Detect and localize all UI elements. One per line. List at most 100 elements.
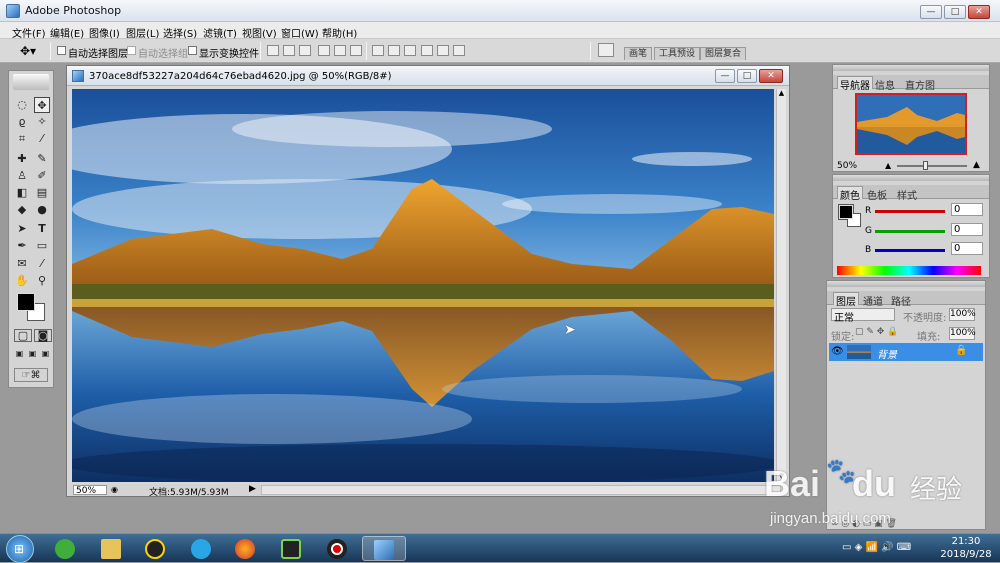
- gradient-tool-icon[interactable]: ▤: [34, 185, 50, 201]
- jump-to-imageready-icon[interactable]: ☞⌘: [14, 368, 48, 382]
- channel-g-input[interactable]: 0: [951, 223, 983, 236]
- zoom-slider-thumb[interactable]: [923, 161, 928, 170]
- zoom-tool-icon[interactable]: ⚲: [34, 273, 50, 289]
- palette-well-brushes-tab[interactable]: 画笔: [624, 47, 653, 60]
- clone-stamp-icon[interactable]: ♙: [14, 168, 30, 184]
- close-button[interactable]: ✕: [968, 5, 990, 19]
- menu-layer[interactable]: 图层(L): [126, 25, 159, 40]
- dodge-tool-icon[interactable]: ●: [34, 202, 50, 218]
- crop-tool-icon[interactable]: ⌗: [14, 131, 30, 147]
- layer-visibility-eye-icon[interactable]: 👁: [831, 346, 844, 357]
- document-title-bar[interactable]: 370ace8df53227a204d64c76ebad4620.jpg @ 5…: [67, 66, 789, 86]
- lock-icons[interactable]: ▢ ✎ ✥ 🔒: [855, 327, 898, 337]
- pen-tool-icon[interactable]: ✒: [14, 238, 30, 254]
- tab-channels[interactable]: 通道: [863, 293, 883, 308]
- taskbar-app-360[interactable]: [44, 536, 88, 561]
- panel-header[interactable]: [833, 175, 989, 181]
- tab-layers[interactable]: 图层: [833, 292, 859, 308]
- move-tool-icon[interactable]: ✥: [34, 97, 50, 113]
- move-tool-preset-icon[interactable]: ✥▾: [20, 44, 36, 58]
- taskbar-app-recorder[interactable]: [316, 536, 360, 561]
- tab-swatches[interactable]: 色板: [867, 187, 887, 202]
- minimize-button[interactable]: —: [920, 5, 942, 19]
- clock-date[interactable]: 2018/9/28: [938, 549, 994, 560]
- align-top-icon[interactable]: [267, 45, 279, 56]
- clock-time[interactable]: 21:30: [946, 536, 986, 547]
- auto-select-group-checkbox[interactable]: [127, 46, 136, 55]
- align-bottom-icon[interactable]: [299, 45, 311, 56]
- channel-g-slider[interactable]: [875, 230, 945, 233]
- taskbar-app-video[interactable]: [270, 536, 314, 561]
- panel-header[interactable]: [833, 65, 989, 71]
- history-brush-icon[interactable]: ✐: [34, 168, 50, 184]
- marquee-tool-icon[interactable]: ◌: [14, 97, 30, 113]
- align-right-icon[interactable]: [350, 45, 362, 56]
- distribute-left-icon[interactable]: [421, 45, 433, 56]
- start-button[interactable]: ⊞: [6, 535, 34, 563]
- file-browser-icon[interactable]: [598, 43, 614, 57]
- distribute-hcenter-icon[interactable]: [437, 45, 449, 56]
- menu-edit[interactable]: 编辑(E): [50, 25, 84, 40]
- document-close-button[interactable]: ✕: [759, 69, 783, 83]
- maximize-button[interactable]: □: [944, 5, 966, 19]
- fill-input[interactable]: 100%: [949, 327, 976, 340]
- type-tool-icon[interactable]: T: [34, 221, 50, 237]
- scroll-up-icon[interactable]: ▲: [777, 89, 786, 99]
- photoshop-feather-icon[interactable]: [13, 74, 49, 90]
- taskbar-app-firefox[interactable]: [224, 536, 268, 561]
- foreground-color-chip-front[interactable]: [839, 205, 853, 219]
- foreground-color-swatch-front[interactable]: [17, 293, 35, 311]
- taskbar-app-photoshop[interactable]: [362, 536, 406, 561]
- screen-mode-standard-icon[interactable]: ▣: [14, 349, 25, 360]
- distribute-right-icon[interactable]: [453, 45, 465, 56]
- rectangle-tool-icon[interactable]: ▭: [34, 238, 50, 254]
- blend-mode-select[interactable]: 正常: [831, 308, 895, 324]
- eyedropper-tool-icon[interactable]: ⁄: [34, 256, 50, 272]
- palette-well-layer-comps-tab[interactable]: 图层复合: [700, 47, 747, 60]
- panel-header[interactable]: [827, 281, 985, 287]
- notes-tool-icon[interactable]: ✉: [14, 256, 30, 272]
- taskbar-app-explorer[interactable]: [90, 536, 134, 561]
- opacity-input[interactable]: 100%: [949, 308, 976, 321]
- navigator-preview[interactable]: [855, 93, 967, 155]
- taskbar-app-media[interactable]: [180, 536, 224, 561]
- zoom-in-icon[interactable]: ▲: [973, 160, 980, 170]
- menu-view[interactable]: 视图(V): [242, 25, 277, 40]
- horizontal-scrollbar[interactable]: [261, 485, 781, 495]
- channel-r-slider[interactable]: [875, 210, 945, 213]
- align-left-icon[interactable]: [318, 45, 330, 56]
- channel-b-input[interactable]: 0: [951, 242, 983, 255]
- tray-icons[interactable]: ▭ ◈ 📶 🔊 ⌨: [842, 542, 911, 553]
- blur-tool-icon[interactable]: ◆: [14, 202, 30, 218]
- magic-wand-icon[interactable]: ✧: [34, 114, 50, 130]
- screen-mode-full-icon[interactable]: ▣: [40, 349, 51, 360]
- document-maximize-button[interactable]: □: [737, 69, 757, 83]
- menu-help[interactable]: 帮助(H): [322, 25, 357, 40]
- tab-histogram[interactable]: 直方图: [905, 77, 935, 92]
- channel-r-input[interactable]: 0: [951, 203, 983, 216]
- tab-info[interactable]: 信息: [875, 77, 895, 92]
- path-selection-icon[interactable]: ➤: [14, 221, 30, 237]
- image-canvas[interactable]: ➤: [72, 89, 774, 482]
- healing-brush-icon[interactable]: ✚: [14, 151, 30, 167]
- distribute-top-icon[interactable]: [372, 45, 384, 56]
- status-preview-icon[interactable]: ◉: [111, 485, 118, 494]
- vertical-scrollbar[interactable]: ▲ ▼: [776, 89, 786, 482]
- quick-mask-icon[interactable]: ◙: [34, 329, 52, 342]
- tab-navigator[interactable]: 导航器: [837, 76, 873, 92]
- zoom-slider[interactable]: [897, 165, 967, 167]
- brush-tool-icon[interactable]: ✎: [34, 151, 50, 167]
- tab-paths[interactable]: 路径: [891, 293, 911, 308]
- lasso-tool-icon[interactable]: ϱ: [14, 114, 30, 130]
- taskbar-app-qq[interactable]: [134, 536, 178, 561]
- document-minimize-button[interactable]: —: [715, 69, 735, 83]
- menu-file[interactable]: 文件(F): [12, 25, 46, 40]
- align-hcenter-icon[interactable]: [334, 45, 346, 56]
- navigator-zoom-value[interactable]: 50%: [837, 161, 857, 171]
- hand-tool-icon[interactable]: ✋: [14, 273, 30, 289]
- eraser-tool-icon[interactable]: ◧: [14, 185, 30, 201]
- color-spectrum-bar[interactable]: [837, 266, 981, 275]
- standard-mode-icon[interactable]: ▢: [14, 329, 32, 342]
- slice-tool-icon[interactable]: ⁄: [34, 131, 50, 147]
- menu-image[interactable]: 图像(I): [89, 25, 120, 40]
